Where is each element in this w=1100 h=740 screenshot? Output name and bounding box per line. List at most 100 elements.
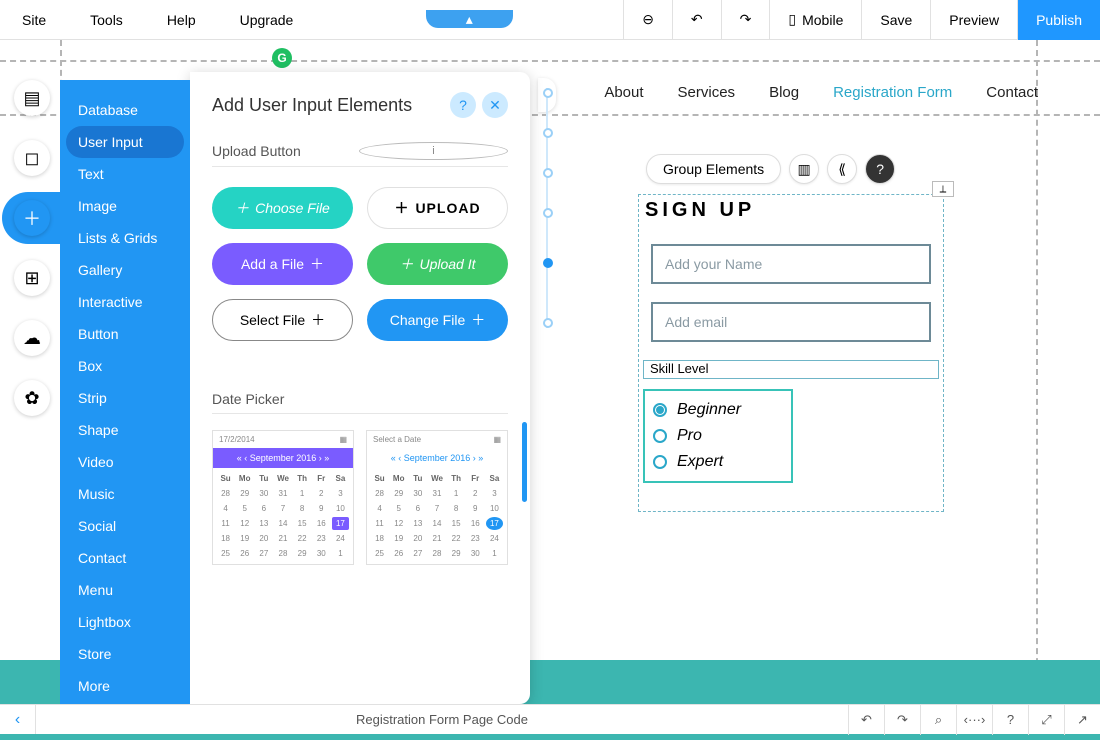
mobile-toggle[interactable]: ▯Mobile — [769, 0, 861, 40]
cat-music[interactable]: Music — [60, 478, 190, 510]
step-dot[interactable] — [543, 168, 553, 178]
cat-social[interactable]: Social — [60, 510, 190, 542]
cat-menu[interactable]: Menu — [60, 574, 190, 606]
elements-panel: Add User Input Elements ? ✕ Upload Butto… — [190, 72, 530, 704]
left-rail: ▤ ◻ ＋ ⊞ ☁ ✿ — [10, 80, 54, 416]
email-input[interactable]: Add email — [651, 302, 931, 342]
nav-contact[interactable]: Contact — [986, 84, 1038, 101]
radio-beginner[interactable] — [653, 403, 667, 417]
calendar-icon: ▦ — [493, 435, 501, 444]
cat-lists[interactable]: Lists & Grids — [60, 222, 190, 254]
selection-toolbar: Group Elements ▥ ⟪ ? — [646, 154, 895, 184]
nav-blog[interactable]: Blog — [769, 84, 799, 101]
page-code-title[interactable]: Registration Form Page Code — [36, 712, 848, 727]
add-elements-icon[interactable]: ＋ — [14, 200, 50, 236]
toolbar-menus: Site Tools Help Upgrade — [0, 12, 315, 28]
cat-video[interactable]: Video — [60, 446, 190, 478]
radio-expert[interactable] — [653, 455, 667, 469]
step-dot[interactable] — [543, 208, 553, 218]
radio-group[interactable]: Beginner Pro Expert — [643, 389, 793, 483]
menu-upgrade[interactable]: Upgrade — [218, 12, 316, 28]
upload-element[interactable]: ＋ UPLOAD — [367, 187, 508, 229]
cat-contact[interactable]: Contact — [60, 542, 190, 574]
cat-more[interactable]: More — [60, 670, 190, 702]
cat-gallery[interactable]: Gallery — [60, 254, 190, 286]
nav-about[interactable]: About — [604, 84, 643, 101]
step-dot[interactable] — [543, 128, 553, 138]
upload-it-element[interactable]: ＋ Upload It — [367, 243, 508, 285]
bb-code-icon[interactable]: ‹···› — [956, 705, 992, 735]
menu-help[interactable]: Help — [145, 12, 218, 28]
step-dot[interactable] — [543, 88, 553, 98]
pages-icon[interactable]: ▤ — [14, 80, 50, 116]
layout-icon[interactable]: ▥ — [789, 154, 819, 184]
cal2-grid: SuMoTuWeThFrSa 28293031123 45678910 1112… — [367, 468, 507, 564]
cat-user-input[interactable]: User Input — [66, 126, 184, 158]
name-input[interactable]: Add your Name — [651, 244, 931, 284]
prev-page-icon[interactable]: ‹ — [0, 705, 36, 734]
bb-undo-icon[interactable]: ↶ — [848, 705, 884, 735]
cat-strip[interactable]: Strip — [60, 382, 190, 414]
choose-file-element[interactable]: ＋ Choose File — [212, 187, 353, 229]
background-icon[interactable]: ◻ — [14, 140, 50, 176]
uploads-icon[interactable]: ☁ — [14, 320, 50, 356]
cat-box[interactable]: Box — [60, 350, 190, 382]
category-sidebar: Database User Input Text Image Lists & G… — [60, 80, 190, 704]
toolbar-collapse[interactable]: ▴ — [315, 11, 623, 28]
cat-button[interactable]: Button — [60, 318, 190, 350]
ruler-steps — [538, 88, 566, 328]
cat-lightbox[interactable]: Lightbox — [60, 606, 190, 638]
select-file-element[interactable]: Select File ＋ — [212, 299, 353, 341]
bb-redo-icon[interactable]: ↷ — [884, 705, 920, 735]
panel-close-icon[interactable]: ✕ — [482, 92, 508, 118]
grammarly-badge: G — [272, 48, 292, 68]
add-file-element[interactable]: Add a File ＋ — [212, 243, 353, 285]
datepicker-purple-element[interactable]: 17/2/2014▦ « ‹ September 2016 › » SuMoTu… — [212, 430, 354, 565]
nav-registration[interactable]: Registration Form — [833, 84, 952, 101]
cat-text[interactable]: Text — [60, 158, 190, 190]
preview-button[interactable]: Preview — [930, 0, 1017, 40]
animate-icon[interactable]: ⟪ — [827, 154, 857, 184]
step-dot[interactable] — [543, 318, 553, 328]
help-icon[interactable]: ? — [865, 154, 895, 184]
cat-store[interactable]: Store — [60, 638, 190, 670]
form-selection[interactable]: ⟂ SIGN UP Add your Name Add email Skill … — [638, 194, 944, 512]
menu-tools[interactable]: Tools — [68, 12, 145, 28]
radio-pro[interactable] — [653, 429, 667, 443]
nav-services[interactable]: Services — [678, 84, 736, 101]
panel-help-icon[interactable]: ? — [450, 92, 476, 118]
cat-database[interactable]: Database — [60, 94, 190, 126]
skill-label[interactable]: Skill Level — [643, 360, 939, 379]
bookings-icon[interactable]: ✿ — [14, 380, 50, 416]
group-elements-button[interactable]: Group Elements — [646, 154, 781, 184]
datepicker-blue-element[interactable]: Select a Date▦ « ‹ September 2016 › » Su… — [366, 430, 508, 565]
phone-icon: ▯ — [788, 11, 796, 28]
cat-image[interactable]: Image — [60, 190, 190, 222]
info-icon[interactable]: i — [359, 142, 508, 160]
cat-shape[interactable]: Shape — [60, 414, 190, 446]
publish-button[interactable]: Publish — [1017, 0, 1100, 40]
panel-scrollbar[interactable] — [522, 422, 527, 502]
save-button[interactable]: Save — [861, 0, 930, 40]
bottom-bar: ‹ Registration Form Page Code ↶ ↷ ⌕ ‹···… — [0, 704, 1100, 734]
upload-section-title: Upload Button — [212, 143, 359, 159]
change-file-element[interactable]: Change File ＋ — [367, 299, 508, 341]
redo-button[interactable]: ↷ — [721, 0, 770, 40]
resize-handle[interactable]: ⟂ — [932, 181, 954, 197]
bb-expand-icon[interactable]: ⤢ — [1028, 705, 1064, 735]
calendar-icon: ▦ — [339, 435, 347, 444]
bb-search-icon[interactable]: ⌕ — [920, 705, 956, 735]
undo-button[interactable]: ↶ — [672, 0, 721, 40]
zoom-button[interactable]: ⊖ — [623, 0, 672, 40]
bb-help-icon[interactable]: ? — [992, 705, 1028, 735]
cat-interactive[interactable]: Interactive — [60, 286, 190, 318]
site-nav: About Services Blog Registration Form Co… — [604, 84, 1038, 101]
date-section-title: Date Picker — [212, 391, 508, 407]
menu-site[interactable]: Site — [0, 12, 68, 28]
top-toolbar: Site Tools Help Upgrade ▴ ⊖ ↶ ↷ ▯Mobile … — [0, 0, 1100, 40]
apps-icon[interactable]: ⊞ — [14, 260, 50, 296]
step-dot-active[interactable] — [543, 258, 553, 268]
bb-popout-icon[interactable]: ↗ — [1064, 705, 1100, 735]
form-heading[interactable]: SIGN UP — [639, 195, 943, 226]
cal1-grid: SuMoTuWeThFrSa 28293031123 45678910 1112… — [213, 468, 353, 564]
